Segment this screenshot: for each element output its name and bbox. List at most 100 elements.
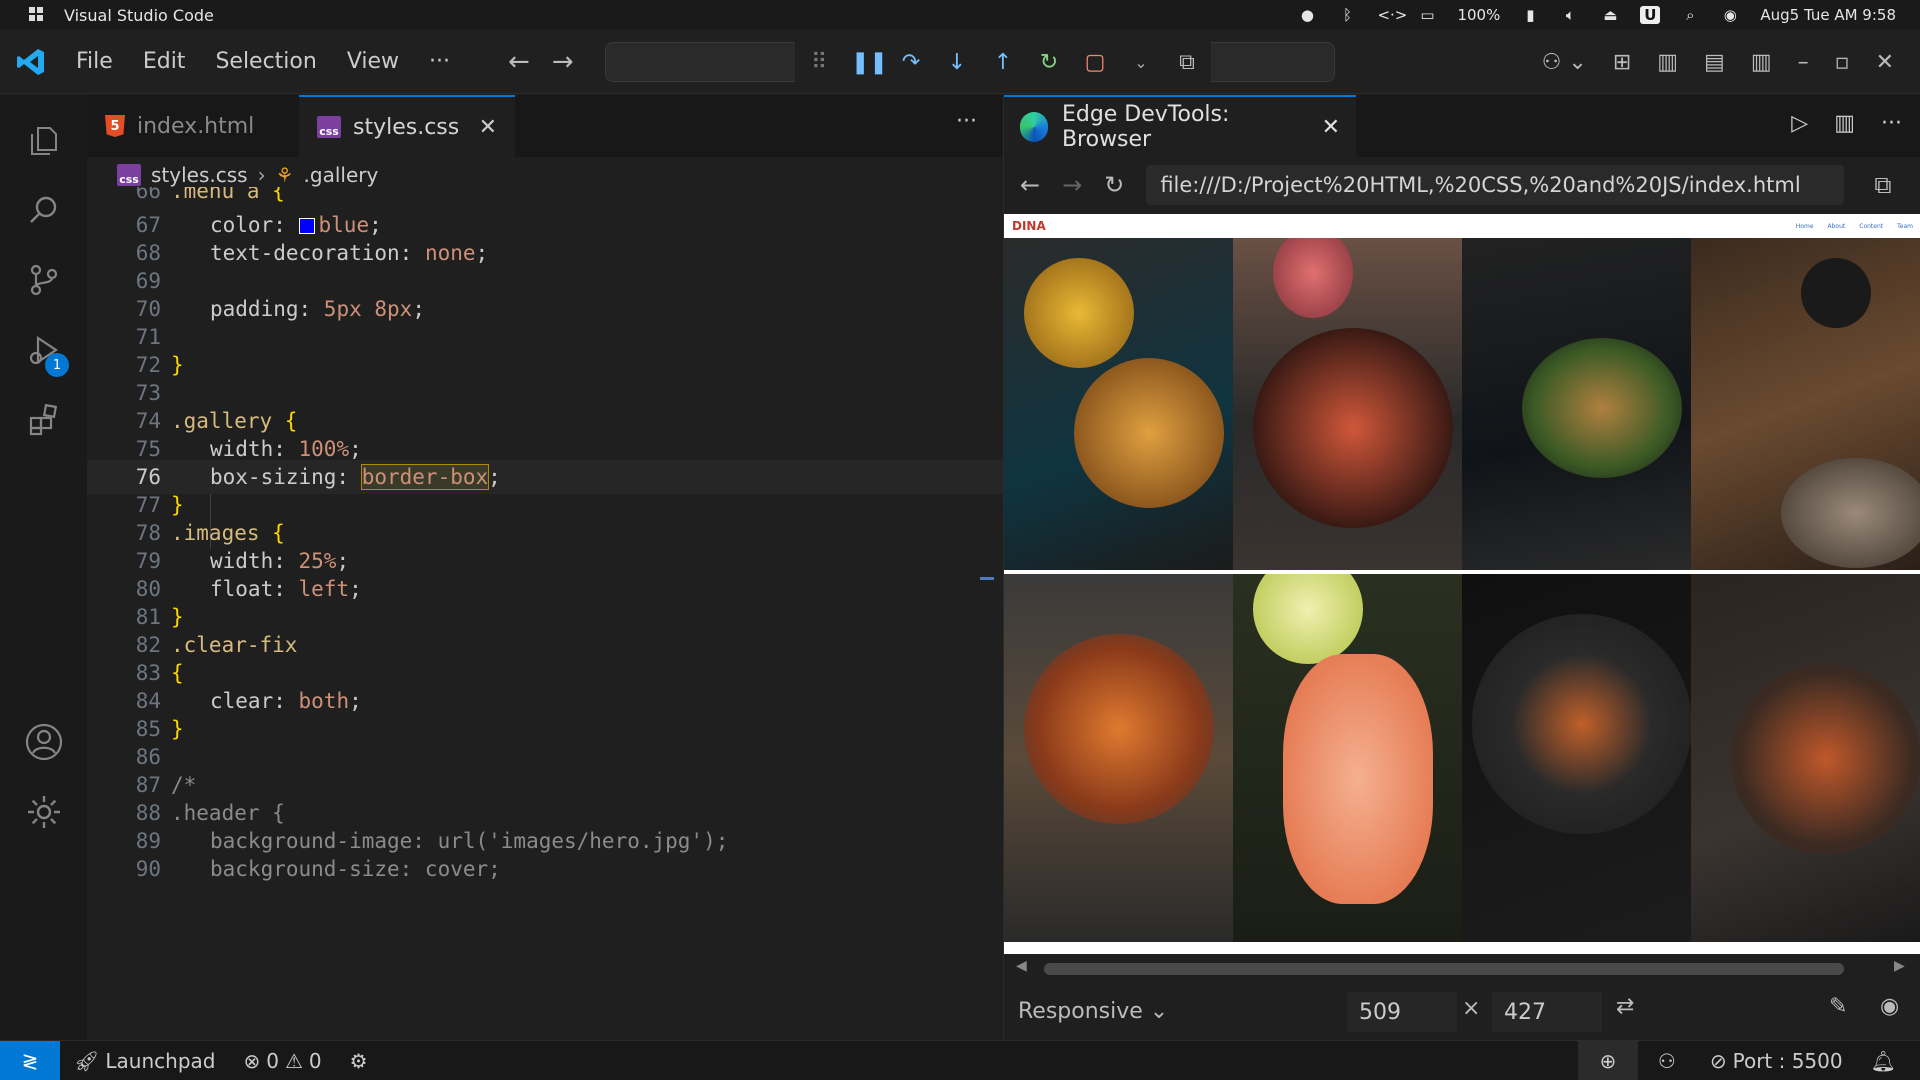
split-editor-icon[interactable]: ▥ <box>1834 111 1855 136</box>
accounts-icon[interactable] <box>0 707 87 777</box>
site-logo[interactable]: DINA <box>1012 219 1046 233</box>
battery-percent: 100% <box>1457 6 1501 24</box>
forward-arrow-icon[interactable]: → <box>552 47 574 77</box>
toggle-secondary-sidebar-icon[interactable]: ▥ <box>1751 50 1772 75</box>
live-server-port[interactable]: ⊘ Port : 5500 <box>1696 1049 1857 1073</box>
more-actions-icon[interactable]: ··· <box>1881 111 1902 136</box>
editor-more-actions[interactable]: ··· <box>956 109 977 134</box>
menu-view[interactable]: View <box>347 49 399 74</box>
scroll-right-icon[interactable]: ▶ <box>1894 958 1905 974</box>
screencast-icon[interactable]: ⧉ <box>1874 171 1891 199</box>
tab-index-html[interactable]: 5 index.html <box>87 95 299 157</box>
bluetooth-icon[interactable]: ᛒ <box>1337 6 1357 24</box>
menu-selection[interactable]: Selection <box>215 49 316 74</box>
drag-handle-icon[interactable]: ⠿ <box>805 50 833 75</box>
gallery-image-shrimp-plate[interactable] <box>1233 238 1462 570</box>
close-window-icon[interactable]: ✕ <box>1876 50 1894 75</box>
reload-icon[interactable]: ↻ <box>1104 171 1124 199</box>
copilot-icon[interactable]: ⚇ ⌄ <box>1542 50 1587 75</box>
chevron-down-icon[interactable]: ⌄ <box>1127 53 1155 72</box>
step-out-icon[interactable]: ↑ <box>989 50 1017 75</box>
screencast-icon[interactable]: ⧉ <box>1173 50 1201 75</box>
scrollbar-thumb[interactable] <box>1044 963 1844 975</box>
gallery-image-crabs[interactable] <box>1691 574 1920 942</box>
user-circle-icon[interactable]: ● <box>1297 6 1317 24</box>
debug-icon[interactable]: ⚙ <box>336 1049 382 1073</box>
notifications-bell-icon[interactable]: 🔔︎ <box>1857 1049 1920 1073</box>
tab-styles-css[interactable]: css styles.css ✕ <box>299 95 515 157</box>
site-menu-team[interactable]: Team <box>1897 223 1913 230</box>
title-bar: File Edit Selection View ··· ← → ⠿ ❚❚ ↷ … <box>0 30 1920 94</box>
source-control-icon[interactable] <box>0 245 87 315</box>
launchpad[interactable]: 🚀︎ Launchpad <box>60 1049 229 1073</box>
code-editor[interactable]: 66 .menu a { 67 color: blue; 68 text-decora… <box>87 187 1003 1040</box>
copilot-status-icon[interactable]: ⚇ <box>1638 1049 1696 1073</box>
problems-indicator[interactable]: ⊗ 0 ⚠ 0 <box>229 1049 335 1073</box>
windows-icon[interactable] <box>26 6 46 25</box>
toggle-panel-icon[interactable]: ▤ <box>1704 50 1725 75</box>
magic-wand-icon[interactable]: ✎ <box>1829 994 1847 1019</box>
close-icon[interactable]: ✕ <box>1322 115 1340 140</box>
clock[interactable]: Aug5 Tue AM 9:58 <box>1760 6 1896 24</box>
display-icon[interactable]: ▭ <box>1417 6 1437 24</box>
search-icon[interactable] <box>0 175 87 245</box>
zoom-icon[interactable]: ⊕ <box>1577 1040 1638 1080</box>
maximize-icon[interactable]: ▫ <box>1835 50 1850 75</box>
gear-icon[interactable] <box>0 777 87 847</box>
debug-toolbar: ⠿ ❚❚ ↷ ↓ ↑ ↻ ▢ ⌄ ⧉ <box>795 38 1211 86</box>
customize-layout-icon[interactable]: ⊞ <box>1613 50 1631 75</box>
gallery-image-seafood-soup[interactable] <box>1004 574 1233 942</box>
width-input[interactable]: 509 <box>1347 992 1457 1032</box>
menu-edit[interactable]: Edit <box>143 49 186 74</box>
app-name[interactable]: Visual Studio Code <box>64 6 214 25</box>
tab-label: index.html <box>137 113 255 139</box>
url-bar[interactable]: file:///D:/Project%20HTML,%20CSS,%20and%… <box>1146 165 1845 205</box>
remote-indicator-icon[interactable]: ≷ <box>0 1040 60 1080</box>
gallery-image-salmon-steak[interactable] <box>1233 574 1462 942</box>
scroll-left-icon[interactable]: ◀ <box>1016 958 1027 974</box>
u-app-icon[interactable]: U <box>1640 6 1661 24</box>
breadcrumb-file[interactable]: styles.css <box>151 163 248 187</box>
height-input[interactable]: 427 <box>1492 992 1602 1032</box>
run-icon[interactable]: ▷ <box>1791 111 1808 136</box>
breadcrumb-symbol[interactable]: .gallery <box>304 163 379 187</box>
pause-icon[interactable]: ❚❚ <box>851 50 888 75</box>
browser-viewport[interactable]: DINA Home About Content Team <box>1004 214 1920 954</box>
search-icon[interactable]: ⌕ <box>1680 6 1700 24</box>
horizontal-scrollbar[interactable]: ◀ ▶ <box>1004 954 1920 982</box>
step-over-icon[interactable]: ↷ <box>897 50 925 75</box>
volume-icon[interactable]: 🔈︎ <box>1560 6 1580 24</box>
control-center-icon[interactable]: ◉ <box>1720 6 1740 24</box>
site-menu-home[interactable]: Home <box>1796 223 1814 230</box>
site-menu-about[interactable]: About <box>1828 223 1846 230</box>
toggle-primary-sidebar-icon[interactable]: ▥ <box>1657 50 1678 75</box>
gallery-image-grilled-prawns[interactable] <box>1004 238 1233 570</box>
site-menu-content[interactable]: Content <box>1859 223 1883 230</box>
gallery-image-skewers[interactable] <box>1462 238 1691 570</box>
edge-logo-icon <box>1020 112 1048 142</box>
rotate-icon[interactable]: ⇄ <box>1616 994 1634 1019</box>
extensions-icon[interactable] <box>0 385 87 455</box>
explorer-icon[interactable] <box>0 105 87 175</box>
back-arrow-icon[interactable]: ← <box>1020 171 1040 199</box>
gallery-image-octopus[interactable] <box>1462 574 1691 942</box>
color-swatch[interactable] <box>298 218 315 234</box>
battery-icon[interactable]: ▮ <box>1520 6 1540 24</box>
device-select[interactable]: Responsive ⌄ <box>1018 999 1168 1024</box>
menu-more[interactable]: ··· <box>429 49 450 74</box>
step-into-icon[interactable]: ↓ <box>943 50 971 75</box>
forward-arrow-icon[interactable]: → <box>1062 171 1082 199</box>
minimize-icon[interactable]: – <box>1798 50 1809 75</box>
dimension-separator: × <box>1462 996 1481 1021</box>
eye-icon[interactable]: ◉ <box>1880 994 1899 1019</box>
menu-file[interactable]: File <box>76 49 113 74</box>
close-icon[interactable]: ✕ <box>479 115 497 140</box>
tab-edge-devtools[interactable]: Edge DevTools: Browser ✕ <box>1004 95 1356 157</box>
stop-icon[interactable]: ▢ <box>1081 50 1109 75</box>
back-arrow-icon[interactable]: ← <box>508 47 530 77</box>
restart-icon[interactable]: ↻ <box>1035 50 1063 75</box>
eject-icon[interactable]: ⏏ <box>1600 6 1620 24</box>
run-and-debug-icon[interactable]: 1 <box>0 315 87 385</box>
code-icon[interactable]: <·> <box>1377 6 1407 24</box>
gallery-image-chef-serving[interactable] <box>1691 238 1920 570</box>
